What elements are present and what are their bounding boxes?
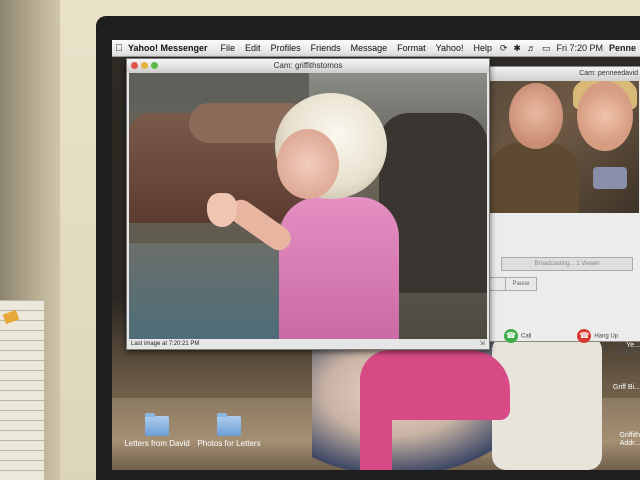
menu-edit[interactable]: Edit [245, 43, 261, 53]
my-webcam-view [489, 81, 639, 213]
menu-file[interactable]: File [221, 43, 236, 53]
folder-icon [217, 413, 241, 436]
volume-icon[interactable]: ♬ [527, 43, 536, 53]
messenger-window-title[interactable]: Cam: penneedavid [481, 67, 640, 81]
pause-button[interactable]: Pause [505, 277, 537, 291]
desktop-item-griffith-addr[interactable]: Griffith Addr... [610, 432, 640, 448]
phone-icon: ☎ [503, 329, 518, 343]
resize-handle-icon[interactable]: ⇲ [479, 340, 487, 348]
menu-format[interactable]: Format [397, 43, 426, 53]
call-button[interactable]: ☎ Call [503, 329, 532, 343]
bluetooth-icon[interactable]: ✱ [513, 43, 521, 54]
user-menu[interactable]: Penne [609, 43, 636, 53]
menu-friends[interactable]: Friends [311, 43, 341, 53]
apple-icon[interactable]:  [112, 43, 126, 54]
desktop-icon-label: Letters from David [124, 439, 190, 448]
cam-window-title: Cam: griffithstomos [273, 61, 343, 70]
menu-profiles[interactable]: Profiles [271, 43, 301, 53]
clock[interactable]: Fri 7:20 PM [556, 43, 603, 53]
paper-sheet [0, 300, 44, 480]
remote-webcam-image [129, 73, 487, 339]
hangup-button[interactable]: ☎ Hang Up [577, 329, 618, 343]
child-body [279, 197, 399, 339]
webcam-person-face [509, 83, 563, 149]
cam-window-titlebar[interactable]: Cam: griffithstomos [127, 59, 489, 73]
desktop-icon-label: Photos for Letters [197, 439, 261, 448]
app-menu[interactable]: Yahoo! Messenger [128, 43, 208, 53]
number-readout: 5,699,691 [612, 351, 639, 357]
screen:  Yahoo! Messenger File Edit Profiles Fr… [112, 40, 640, 470]
menu-message[interactable]: Message [351, 43, 388, 53]
hangup-label: Hang Up [594, 333, 618, 340]
close-icon[interactable] [131, 62, 138, 69]
call-label: Call [520, 333, 532, 340]
menu-yahoo[interactable]: Yahoo! [436, 43, 464, 53]
desktop-item-griff[interactable]: Griff Bi... [610, 384, 640, 392]
child-hand [207, 193, 237, 227]
menu-help[interactable]: Help [474, 43, 493, 53]
call-controls: ☎ Call ☎ Hang Up [481, 321, 640, 351]
hangup-icon: ☎ [577, 329, 592, 343]
window-controls [131, 62, 158, 69]
child-leg [360, 410, 392, 470]
webcam-person-body [489, 143, 579, 213]
folder-icon [145, 413, 169, 436]
messenger-window: Cam: penneedavid Broadcasting... 1 Viewe… [480, 66, 640, 357]
menu-extras: ⟳ ✱ ♬ ▭ Fri 7:20 PM Penne [500, 43, 640, 54]
cam-status-text: Last image at 7:20:21 PM [131, 341, 200, 347]
broadcast-status: Broadcasting... 1 Viewer [501, 257, 633, 271]
sync-icon[interactable]: ⟳ [500, 43, 508, 54]
child-face [277, 129, 339, 199]
desktop-folder-photos-for-letters[interactable]: Photos for Letters [184, 413, 274, 448]
battery-icon[interactable]: ▭ [542, 43, 551, 54]
menu-bar:  Yahoo! Messenger File Edit Profiles Fr… [112, 40, 640, 57]
camera-in-photo [593, 167, 627, 189]
zoom-icon[interactable] [151, 62, 158, 69]
cam-window: Cam: griffithstomos Last image at 7:20:2… [126, 58, 490, 350]
webcam-person-face [577, 81, 633, 151]
minimize-icon[interactable] [141, 62, 148, 69]
